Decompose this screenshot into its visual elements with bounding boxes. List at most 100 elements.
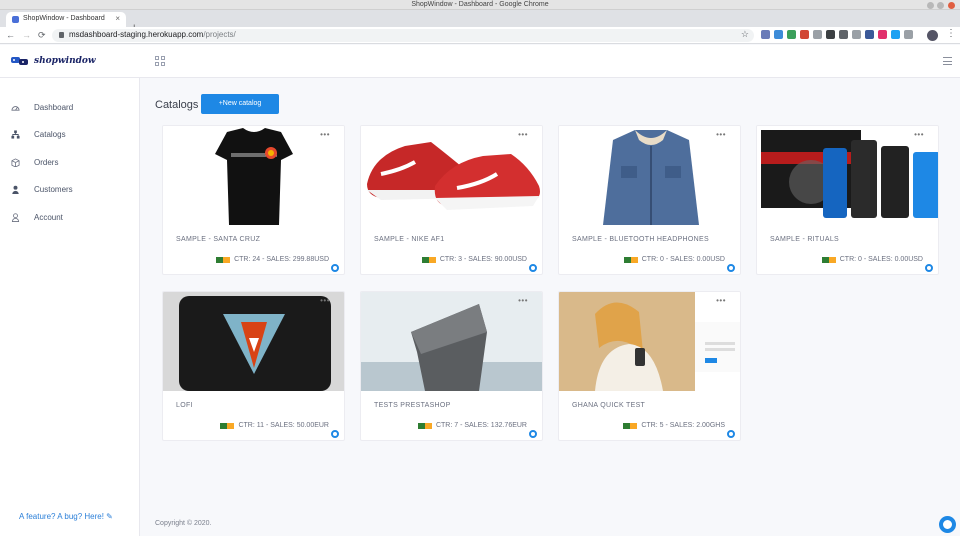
hamburger-menu-icon[interactable] [943,57,952,65]
dashboard-icon [11,106,20,111]
maximize-button[interactable] [937,2,944,9]
box-icon [11,158,20,167]
chrome-menu-icon[interactable]: ⋮ [946,28,956,40]
sidebar-item-account[interactable]: Account [11,212,131,224]
sidebar-item-catalogs[interactable]: Catalogs [11,129,131,141]
lock-icon [59,32,64,38]
window-title: ShopWindow - Dashboard - Google Chrome [411,1,549,8]
currency-flags-icon [822,256,837,264]
lifebuoy-icon[interactable] [727,430,735,438]
minimize-button[interactable] [927,2,934,9]
catalog-thumbnail[interactable] [361,292,543,391]
more-options-icon[interactable]: ••• [518,131,528,139]
catalog-stats: CTR: 0 - SALES: 0.00USD [641,256,725,263]
sidebar-item-label: Account [34,213,63,222]
catalog-stats: CTR: 0 - SALES: 0.00USD [839,256,923,263]
sidebar-item-label: Customers [34,185,73,194]
main-content: Catalogs +New catalog ••• SAMPLE - SANTA … [140,78,960,536]
profile-avatar[interactable] [927,30,938,41]
catalog-card[interactable]: ••• SAMPLE - RITUALS CTR: 0 - SALES: 0.00U… [756,125,939,275]
logo-mark-icon [11,57,28,65]
catalog-stats: CTR: 24 - SALES: 299.88USD [234,256,329,263]
tab-close-icon[interactable]: × [115,14,120,23]
extension-icon[interactable] [904,30,913,39]
catalog-card[interactable]: ••• SAMPLE - BLUETOOTH HEADPHONES CTR: 0 -… [558,125,741,275]
url-path: /projects/ [203,30,236,39]
sidebar-item-dashboard[interactable]: Dashboard [11,102,131,114]
sidebar-item-label: Catalogs [34,130,66,139]
catalog-card[interactable]: ••• SAMPLE - NIKE AF1 CTR: 3 - SALES: 90.0… [360,125,543,275]
extension-icon[interactable] [852,30,861,39]
extension-icon[interactable] [813,30,822,39]
catalog-name: LOFI [176,402,193,409]
catalog-thumbnail[interactable] [163,292,345,391]
more-options-icon[interactable]: ••• [320,297,330,305]
currency-flags-icon [623,422,638,430]
catalog-thumbnail[interactable] [163,126,345,225]
catalog-card[interactable]: ••• TESTS PRESTASHOP CTR: 7 - SALES: 132.7… [360,291,543,441]
more-options-icon[interactable]: ••• [320,131,330,139]
reload-button[interactable]: ⟳ [38,29,46,41]
lifebuoy-icon[interactable] [331,430,339,438]
more-options-icon[interactable]: ••• [914,131,924,139]
address-bar: ← → ⟳ msdashboard-staging.herokuapp.com/… [0,27,960,44]
sidebar-item-customers[interactable]: Customers [11,184,131,196]
currency-flags-icon [418,422,433,430]
back-button[interactable]: ← [6,29,15,41]
browser-tab[interactable]: ShopWindow - Dashboard × [6,12,126,27]
catalog-card[interactable]: ••• LOFI CTR: 11 - SALES: 50.00EUR [162,291,345,441]
extension-icon[interactable] [839,30,848,39]
apps-grid-icon[interactable] [155,56,165,66]
more-options-icon[interactable]: ••• [716,131,726,139]
help-lifebuoy-icon[interactable] [939,516,956,533]
more-options-icon[interactable]: ••• [716,297,726,305]
extension-icon[interactable] [800,30,809,39]
bookmark-star-icon[interactable]: ☆ [741,29,749,40]
url-input[interactable]: msdashboard-staging.herokuapp.com/projec… [52,29,754,42]
catalog-name: TESTS PRESTASHOP [374,402,451,409]
catalog-thumbnail[interactable] [559,292,741,391]
lifebuoy-icon[interactable] [925,264,933,272]
extension-icon[interactable] [865,30,874,39]
extension-icons [761,30,913,39]
currency-flags-icon [422,256,437,264]
catalog-thumbnail[interactable] [757,126,939,225]
sidebar: Dashboard Catalogs Orders Customers Acco… [0,78,140,536]
sidebar-item-orders[interactable]: Orders [11,157,131,169]
feature-bug-link[interactable]: A feature? A bug? Here! ✎ [19,512,113,521]
currency-flags-icon [624,256,639,264]
catalog-card[interactable]: ••• SAMPLE - SANTA CRUZ CTR: 24 - SALES: 2… [162,125,345,275]
url-text: msdashboard-staging.herokuapp.com/projec… [69,30,236,39]
extension-icon[interactable] [787,30,796,39]
forward-button[interactable]: → [22,29,31,41]
catalog-stats: CTR: 5 - SALES: 2.00GHS [641,422,725,429]
new-catalog-button[interactable]: +New catalog [201,94,279,114]
close-window-button[interactable] [948,2,955,9]
lifebuoy-icon[interactable] [331,264,339,272]
catalog-thumbnail[interactable] [559,126,741,225]
sidebar-item-label: Orders [34,158,59,167]
catalog-name: SAMPLE - RITUALS [770,236,839,243]
tab-strip: ShopWindow - Dashboard × + [0,10,960,34]
extension-icon[interactable] [761,30,770,39]
lifebuoy-icon[interactable] [727,264,735,272]
extension-icon[interactable] [774,30,783,39]
more-options-icon[interactable]: ••• [518,297,528,305]
catalog-card[interactable]: ••• GHANA QUICK TEST CTR: 5 - SALES: 2.00G… [558,291,741,441]
os-title-bar: ShopWindow - Dashboard - Google Chrome [0,0,960,10]
sidebar-item-label: Dashboard [34,103,74,112]
catalog-stats: CTR: 7 - SALES: 132.76EUR [435,422,527,429]
lifebuoy-icon[interactable] [529,430,537,438]
currency-flags-icon [220,422,235,430]
extension-icon[interactable] [891,30,900,39]
extension-icon[interactable] [878,30,887,39]
extension-icon[interactable] [826,30,835,39]
catalog-thumbnail[interactable] [361,126,543,225]
footer-copyright: Copyright © 2020. [155,520,212,527]
catalog-stats: CTR: 3 - SALES: 90.00USD [439,256,527,263]
lifebuoy-icon[interactable] [529,264,537,272]
catalog-name: SAMPLE - SANTA CRUZ [176,236,261,243]
shopwindow-logo[interactable]: shopwindow [10,54,96,68]
app: shopwindow Dashboard Catalogs Orders Cus… [0,45,960,536]
catalog-name: SAMPLE - NIKE AF1 [374,236,445,243]
